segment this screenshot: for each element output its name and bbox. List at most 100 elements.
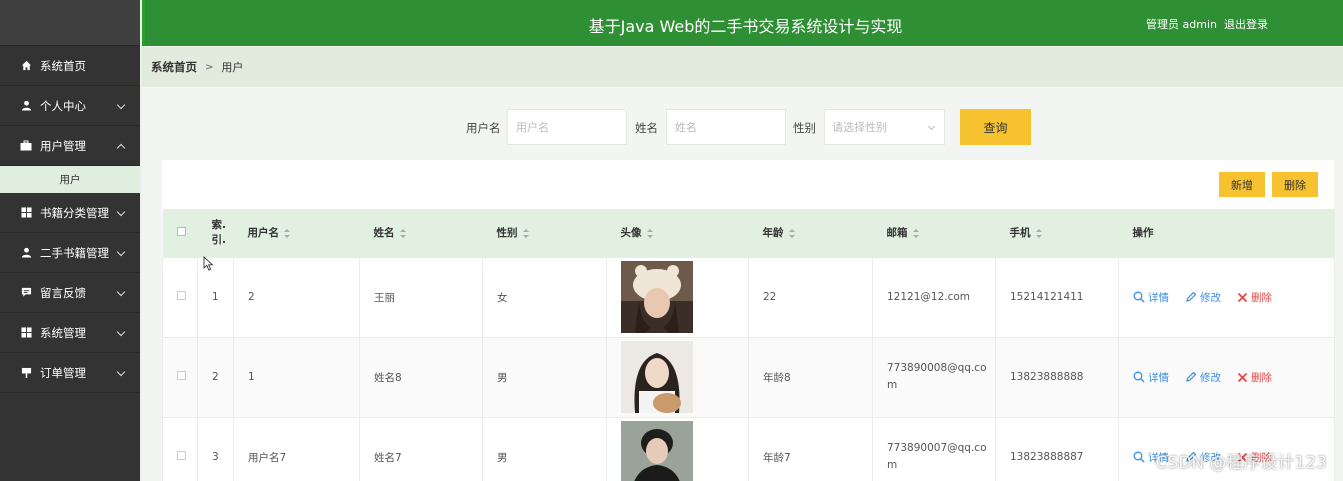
col-actions: 操作 xyxy=(1132,227,1154,240)
sidebar-item-label: 个人中心 xyxy=(40,98,86,113)
current-user: 管理员 admin xyxy=(1146,18,1217,31)
edit-button[interactable]: 修改 xyxy=(1185,370,1221,385)
cell-name: 王丽 xyxy=(359,256,483,338)
sidebar-item-profile[interactable]: 个人中心 xyxy=(0,86,140,126)
table-row: 1 2 王丽 女 22 12121@12.com 15214121411 详情 … xyxy=(162,256,1335,338)
sidebar-item-orders[interactable]: 订单管理 xyxy=(0,353,140,393)
sort-icon[interactable] xyxy=(1035,228,1042,238)
grid-icon xyxy=(20,207,32,219)
close-icon xyxy=(1237,292,1248,302)
user-table: 索.引. 用户名 姓名 性别 头像 年龄 邮箱 手机 操作 1 2 王丽 女 xyxy=(162,209,1335,481)
sidebar: 系统首页 个人中心 用户管理 用户 书籍分类管理 二手书籍管理 留言反馈 系统管… xyxy=(0,0,140,481)
sidebar-item-label: 用户管理 xyxy=(40,138,86,153)
chevron-up-icon xyxy=(116,143,126,152)
breadcrumb-current: 用户 xyxy=(221,61,244,74)
sidebar-subitem-user[interactable]: 用户 xyxy=(0,166,140,193)
search-icon xyxy=(1133,291,1145,303)
person-icon xyxy=(20,100,32,112)
chevron-down-icon xyxy=(116,100,126,109)
sort-icon[interactable] xyxy=(399,228,406,238)
delete-button[interactable]: 删除 xyxy=(1272,172,1318,197)
sort-icon[interactable] xyxy=(788,228,795,238)
select-all-header xyxy=(163,209,198,257)
cell-username: 1 xyxy=(233,336,360,418)
col-username[interactable]: 用户名 xyxy=(234,209,360,257)
sort-icon[interactable] xyxy=(284,228,290,238)
avatar[interactable] xyxy=(621,261,693,333)
pin-icon xyxy=(20,367,32,379)
cell-name: 姓名7 xyxy=(359,416,483,481)
col-name[interactable]: 姓名 xyxy=(360,209,483,257)
col-gender[interactable]: 性别 xyxy=(483,209,607,257)
avatar[interactable] xyxy=(621,341,693,413)
sidebar-item-user-management[interactable]: 用户管理 xyxy=(0,126,140,166)
cell-email: 12121@12.com xyxy=(872,256,996,338)
pencil-icon xyxy=(1186,371,1197,382)
select-all-checkbox[interactable] xyxy=(176,226,186,236)
row-checkbox[interactable] xyxy=(177,371,186,380)
sort-icon[interactable] xyxy=(912,228,919,238)
cell-index: 2 xyxy=(197,336,234,418)
gender-select-placeholder: 请选择性别 xyxy=(832,121,887,134)
sidebar-item-used-books[interactable]: 二手书籍管理 xyxy=(0,233,140,273)
sidebar-item-book-category[interactable]: 书籍分类管理 xyxy=(0,193,140,233)
col-phone[interactable]: 手机 xyxy=(996,209,1119,257)
sort-icon[interactable] xyxy=(646,228,653,238)
person-icon xyxy=(20,247,32,259)
chevron-down-icon xyxy=(927,122,936,131)
home-icon xyxy=(20,60,32,72)
sidebar-item-home[interactable]: 系统首页 xyxy=(0,46,140,86)
query-button[interactable]: 查询 xyxy=(960,109,1031,145)
row-checkbox[interactable] xyxy=(177,291,186,300)
cell-username: 2 xyxy=(233,256,360,338)
top-header: 基于Java Web的二手书交易系统设计与实现 管理员 admin 退出登录 xyxy=(142,0,1343,46)
row-checkbox[interactable] xyxy=(177,451,186,460)
name-input[interactable] xyxy=(666,109,786,145)
cell-gender: 男 xyxy=(482,336,607,418)
table-header-row: 索. 引. 用户名 姓名 性别 头像 年龄 邮箱 手机 操作 xyxy=(162,209,1335,257)
briefcase-icon xyxy=(20,140,32,152)
chat-icon xyxy=(20,287,32,299)
logout-link[interactable]: 退出登录 xyxy=(1224,16,1268,32)
username-input[interactable] xyxy=(507,109,627,145)
cell-index: 3 xyxy=(197,416,234,481)
cell-age: 年龄7 xyxy=(748,416,873,481)
col-age[interactable]: 年龄 xyxy=(749,209,873,257)
chevron-down-icon xyxy=(116,247,126,256)
detail-button[interactable]: 详情 xyxy=(1133,370,1169,385)
sidebar-item-feedback[interactable]: 留言反馈 xyxy=(0,273,140,313)
col-avatar[interactable]: 头像 xyxy=(607,209,749,257)
row-delete-button[interactable]: 删除 xyxy=(1237,370,1272,385)
sidebar-item-label: 订单管理 xyxy=(40,365,86,380)
pencil-icon xyxy=(1186,291,1197,302)
cell-phone: 13823888887 xyxy=(995,416,1119,481)
sidebar-item-system[interactable]: 系统管理 xyxy=(0,313,140,353)
gender-select[interactable]: 请选择性别 xyxy=(824,109,945,145)
add-button[interactable]: 新增 xyxy=(1219,172,1265,197)
breadcrumb-home[interactable]: 系统首页 xyxy=(151,59,197,75)
cell-age: 22 xyxy=(748,256,873,338)
edit-button[interactable]: 修改 xyxy=(1185,290,1221,305)
detail-button[interactable]: 详情 xyxy=(1133,290,1169,305)
cell-username: 用户名7 xyxy=(233,416,360,481)
sort-icon[interactable] xyxy=(522,228,529,238)
cell-phone: 13823888888 xyxy=(995,336,1119,418)
cell-email: 773890007@qq.com xyxy=(872,416,996,481)
cell-gender: 男 xyxy=(482,416,607,481)
cell-name: 姓名8 xyxy=(359,336,483,418)
search-icon xyxy=(1133,371,1145,383)
mouse-cursor-icon xyxy=(203,256,214,271)
gender-label: 性别 xyxy=(793,121,816,135)
cell-gender: 女 xyxy=(482,256,607,338)
cell-age: 年龄8 xyxy=(748,336,873,418)
cell-phone: 15214121411 xyxy=(995,256,1119,338)
chevron-down-icon xyxy=(116,207,126,216)
sidebar-logo-area xyxy=(0,0,140,46)
avatar[interactable] xyxy=(621,421,693,481)
breadcrumb-separator: > xyxy=(205,61,214,73)
sidebar-item-label: 留言反馈 xyxy=(40,285,86,300)
chevron-down-icon xyxy=(116,367,126,376)
chevron-down-icon xyxy=(116,287,126,296)
row-delete-button[interactable]: 删除 xyxy=(1237,290,1272,305)
col-email[interactable]: 邮箱 xyxy=(873,209,996,257)
